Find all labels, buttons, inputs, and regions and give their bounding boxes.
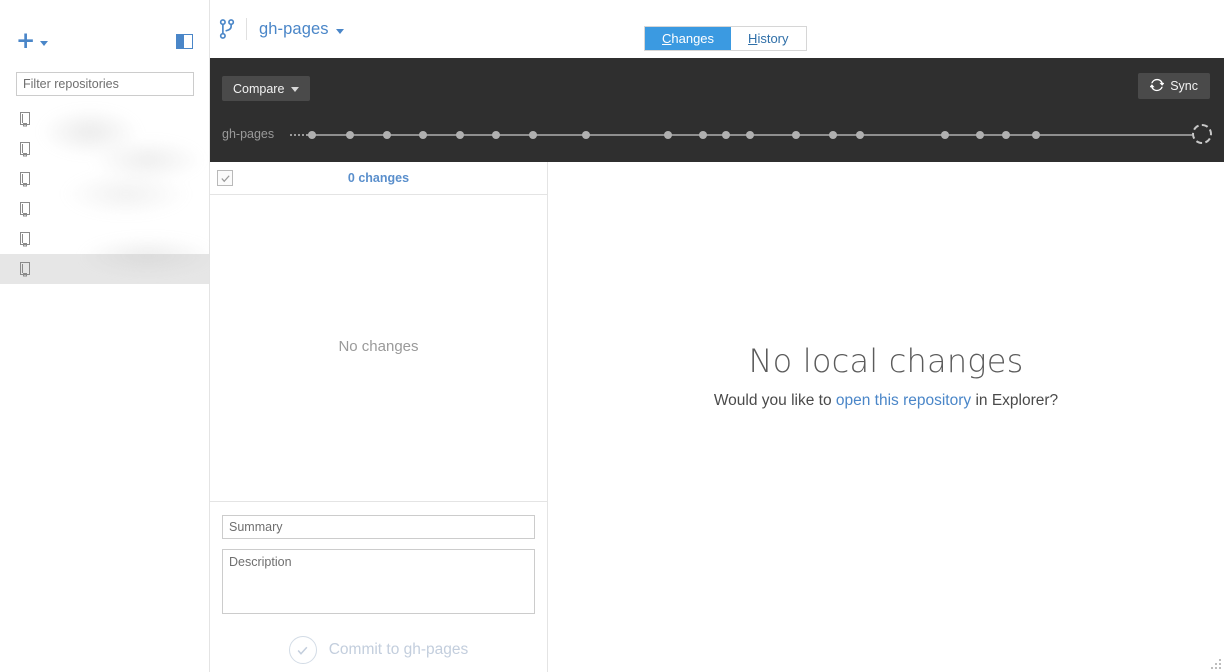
timeline-track[interactable] [290, 124, 1212, 144]
repo-icon [18, 261, 32, 277]
github-desktop-window: + Filter repositories gh-pages C hanges … [0, 0, 1224, 672]
sidebar-toggle-icon-right [184, 35, 192, 48]
changes-empty-label: No changes [338, 338, 419, 355]
list-item[interactable] [0, 164, 209, 194]
repository-list [0, 104, 209, 284]
timeline-commit-dot[interactable] [856, 131, 864, 139]
timeline-commit-dot[interactable] [492, 131, 500, 139]
select-all-checkbox[interactable] [217, 170, 233, 186]
timeline-commit-dot[interactable] [941, 131, 949, 139]
sync-button[interactable]: Sync [1138, 73, 1210, 99]
chevron-down-icon [40, 41, 49, 46]
repo-icon [18, 231, 32, 247]
resize-grip[interactable] [1209, 657, 1221, 669]
empty-state-subtitle-after: in Explorer? [971, 392, 1059, 409]
commit-summary-input[interactable] [222, 515, 535, 539]
commit-description-input[interactable] [222, 549, 535, 614]
timeline-commit-dot[interactable] [1032, 131, 1040, 139]
empty-state-subtitle-before: Would you like to [713, 392, 836, 409]
tab-history-accel: H [748, 31, 758, 46]
branch-toolbar: Compare Sync gh-pages [210, 58, 1224, 162]
list-item[interactable] [0, 224, 209, 254]
plus-icon: + [16, 28, 36, 54]
sidebar-toggle-button[interactable] [176, 34, 193, 49]
list-item[interactable] [0, 194, 209, 224]
timeline-commit-dot[interactable] [383, 131, 391, 139]
check-circle-icon [288, 636, 317, 664]
repo-icon [18, 141, 32, 157]
timeline-commit-dot[interactable] [829, 131, 837, 139]
list-item-selected[interactable] [0, 254, 209, 284]
repo-icon [18, 111, 32, 127]
changes-count-label: 0 changes [347, 171, 410, 185]
main-content: No local changes Would you like to open … [548, 162, 1224, 672]
tab-history[interactable]: History [731, 27, 805, 50]
timeline-head-marker[interactable] [1192, 124, 1212, 144]
compare-button[interactable]: Compare [222, 76, 311, 101]
empty-state-title: No local changes [748, 342, 1024, 380]
timeline-commit-dot[interactable] [1002, 131, 1010, 139]
branch-selector[interactable]: gh-pages [218, 18, 344, 40]
timeline-commit-dot[interactable] [419, 131, 427, 139]
timeline-commit-dot[interactable] [792, 131, 800, 139]
timeline-dotted-start [290, 134, 308, 136]
empty-state: No local changes Would you like to open … [548, 162, 1224, 410]
open-repository-link[interactable]: open this repository [836, 392, 971, 409]
chevron-down-icon [335, 29, 344, 34]
repo-icon [18, 171, 32, 187]
branch-name-label: gh-pages [259, 19, 329, 38]
git-branch-icon [218, 18, 236, 40]
view-tabs: Changes History [644, 26, 807, 51]
timeline-commit-dot[interactable] [529, 131, 537, 139]
timeline-commit-dot[interactable] [308, 131, 316, 139]
repo-icon [18, 201, 32, 217]
timeline-commit-dot[interactable] [699, 131, 707, 139]
repository-header: gh-pages Changes History [210, 0, 1224, 58]
timeline-commit-dot[interactable] [456, 131, 464, 139]
sidebar-toolbar: + [0, 0, 209, 66]
sidebar-toggle-icon [177, 35, 184, 48]
commit-timeline: gh-pages [210, 113, 1224, 158]
branch-divider [246, 18, 247, 40]
list-item[interactable] [0, 104, 209, 134]
tab-changes-label: hanges [671, 31, 715, 46]
compare-button-label: Compare [233, 81, 285, 96]
list-item[interactable] [0, 134, 209, 164]
tab-changes-accel: C [662, 31, 672, 46]
filter-repositories-input[interactable] [16, 72, 194, 96]
timeline-commit-dot[interactable] [722, 131, 730, 139]
tab-changes[interactable]: Changes [645, 27, 732, 50]
commit-button[interactable]: Commit to gh-pages [222, 636, 535, 664]
sync-button-label: Sync [1170, 79, 1198, 93]
timeline-branch-label: gh-pages [222, 127, 275, 141]
commit-button-label: Commit to gh-pages [328, 641, 469, 658]
sync-icon [1149, 78, 1165, 95]
add-repository-button[interactable]: + [16, 28, 49, 54]
empty-state-subtitle: Would you like to open this repository i… [548, 392, 1224, 410]
timeline-commit-dot[interactable] [746, 131, 754, 139]
changes-header: 0 changes [210, 162, 547, 195]
tab-history-label: istory [757, 31, 789, 46]
sidebar: + [0, 0, 210, 672]
commit-form: Commit to gh-pages [210, 501, 547, 672]
timeline-commit-dot[interactable] [582, 131, 590, 139]
changes-panel: 0 changes No changes Commit to gh-pages [210, 162, 548, 672]
timeline-commit-dot[interactable] [664, 131, 672, 139]
timeline-commit-dot[interactable] [346, 131, 354, 139]
timeline-commit-dot[interactable] [976, 131, 984, 139]
chevron-down-icon [291, 87, 300, 92]
